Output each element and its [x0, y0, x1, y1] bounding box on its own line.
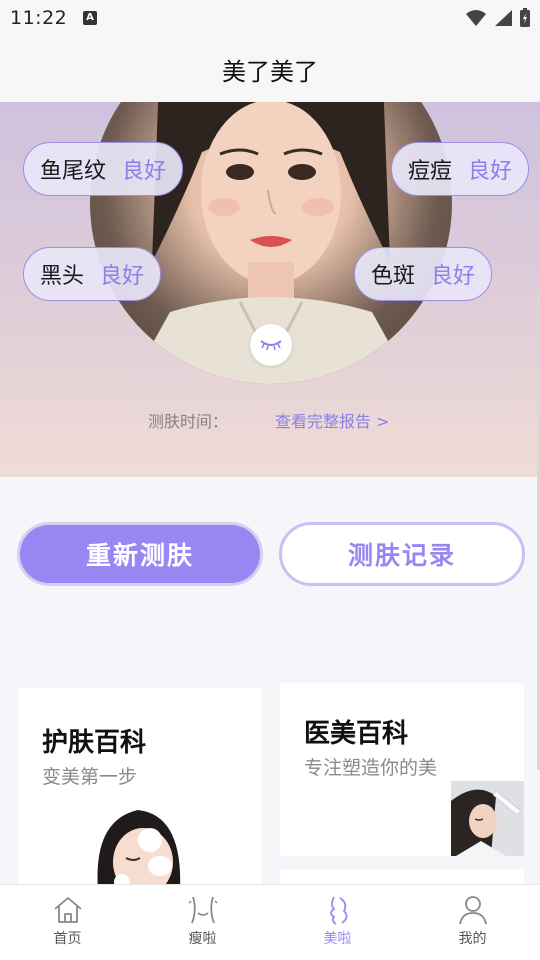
- metric-value: 良好: [431, 264, 476, 289]
- skincare-illustration: [97, 810, 181, 888]
- metric-value: 良好: [468, 159, 513, 184]
- metric-name: 色斑: [371, 264, 416, 289]
- card-title: 护肤百科: [42, 728, 147, 758]
- card-title: 医美百科: [304, 719, 409, 749]
- metric-spots: 色斑 良好: [354, 247, 493, 301]
- page-title: 美了美了: [222, 58, 318, 86]
- metric-name: 鱼尾纹: [40, 159, 107, 184]
- signal-icon: [495, 9, 512, 26]
- app-header: 美了美了: [0, 36, 540, 102]
- closed-eye-icon: [260, 340, 282, 351]
- metric-name: 痘痘: [408, 159, 453, 184]
- skincare-encyclopedia-card[interactable]: 护肤百科 变美第一步: [18, 688, 262, 888]
- wifi-icon: [466, 9, 486, 26]
- tab-label: 美啦: [323, 931, 352, 947]
- user-icon: [458, 896, 487, 925]
- aesthetic-encyclopedia-card[interactable]: 医美百科 专注塑造你的美: [280, 683, 524, 856]
- metric-acne: 痘痘 良好: [391, 142, 530, 196]
- metric-value: 良好: [122, 159, 167, 184]
- skin-analysis-hero: 鱼尾纹 良好 痘痘 良好 黑头 良好 色斑 良好 测肤时间： 查看完整报告 >: [0, 102, 540, 477]
- status-time: 11:22: [10, 7, 68, 29]
- tab-label: 瘦啦: [188, 931, 217, 947]
- next-card-peek: [280, 870, 524, 884]
- status-icons: [466, 8, 530, 27]
- scan-time-label: 测肤时间：: [148, 412, 229, 431]
- tab-label: 我的: [458, 931, 487, 947]
- tab-label: 首页: [53, 931, 82, 947]
- full-report-link[interactable]: 查看完整报告 >: [275, 408, 390, 432]
- closed-eye-button[interactable]: [250, 324, 292, 366]
- tab-beauty[interactable]: 美啦: [270, 885, 405, 960]
- metric-crows-feet: 鱼尾纹 良好: [23, 142, 184, 196]
- card-subtitle: 变美第一步: [42, 766, 138, 788]
- rescan-skin-button[interactable]: 重新测肤: [17, 522, 263, 586]
- metric-value: 良好: [100, 264, 145, 289]
- battery-icon: [520, 8, 530, 27]
- tab-home[interactable]: 首页: [0, 885, 135, 960]
- metric-blackheads: 黑头 良好: [23, 247, 162, 301]
- tab-mine[interactable]: 我的: [405, 885, 540, 960]
- card-subtitle: 专注塑造你的美: [304, 757, 438, 779]
- home-icon: [53, 897, 82, 923]
- status-bar: 11:22 A: [0, 0, 540, 36]
- waist-icon: [187, 896, 218, 924]
- face-profile-icon: [329, 896, 347, 925]
- tab-slim[interactable]: 瘦啦: [135, 885, 270, 960]
- aesthetic-illustration: [451, 781, 524, 856]
- metric-name: 黑头: [40, 264, 85, 289]
- notification-app-icon: A: [83, 11, 97, 25]
- skin-history-button[interactable]: 测肤记录: [279, 522, 525, 586]
- bottom-tab-bar: 首页 瘦啦 美啦 我的: [0, 884, 540, 960]
